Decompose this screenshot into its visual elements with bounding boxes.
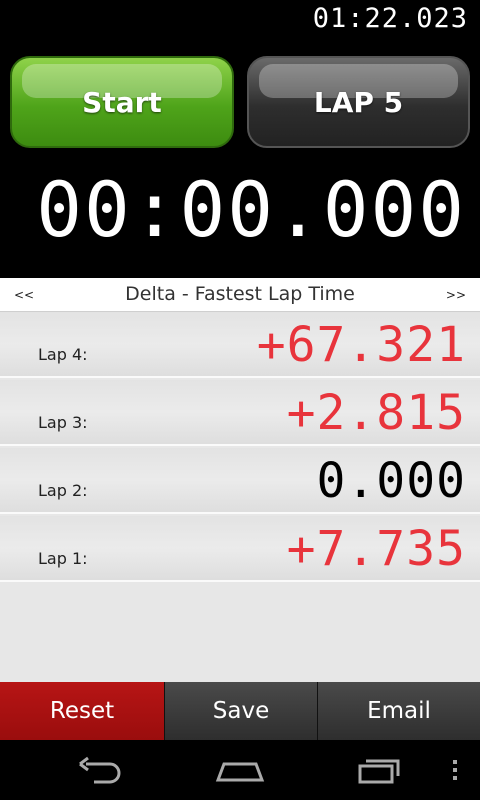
lap-row[interactable]: Lap 3: +2.815 — [0, 380, 480, 446]
lap-row[interactable]: Lap 2: 0.000 — [0, 448, 480, 514]
stopwatch-display: 00:00.000 — [36, 165, 466, 254]
home-icon[interactable] — [214, 754, 266, 786]
reset-button[interactable]: Reset — [0, 682, 164, 740]
lap-row[interactable]: Lap 1: +7.735 — [0, 516, 480, 582]
total-time: 01:22.023 — [312, 3, 468, 34]
action-bar: Reset Save Email — [0, 682, 480, 740]
lap-button-label: LAP 5 — [313, 85, 404, 119]
lap-label: Lap 3: — [38, 413, 88, 432]
recent-apps-icon[interactable] — [356, 754, 404, 786]
lap-list[interactable]: Lap 4: +67.321 Lap 3: +2.815 Lap 2: 0.00… — [0, 312, 480, 584]
overflow-menu-icon[interactable] — [448, 754, 462, 786]
lap-button[interactable]: LAP 5 — [247, 56, 470, 148]
lap-label: Lap 4: — [38, 345, 88, 364]
lap-row[interactable]: Lap 4: +67.321 — [0, 312, 480, 378]
lap-view-title: Delta - Fastest Lap Time — [125, 283, 355, 305]
email-button[interactable]: Email — [317, 682, 480, 740]
system-navigation-bar — [0, 740, 480, 800]
lap-delta: +67.321 — [256, 317, 466, 373]
lap-delta: 0.000 — [316, 453, 466, 509]
lap-label: Lap 1: — [38, 549, 88, 568]
start-button-label: Start — [82, 85, 162, 119]
back-icon[interactable] — [76, 754, 124, 786]
save-button[interactable]: Save — [164, 682, 317, 740]
timer-header: 01:22.023 Start LAP 5 00:00.000 — [0, 0, 480, 278]
lap-label: Lap 2: — [38, 481, 88, 500]
lap-view-selector: << Delta - Fastest Lap Time >> — [0, 278, 480, 312]
lap-delta: +7.735 — [286, 521, 466, 577]
lap-delta: +2.815 — [286, 385, 466, 441]
start-button[interactable]: Start — [10, 56, 234, 148]
laps-panel: << Delta - Fastest Lap Time >> Lap 4: +6… — [0, 278, 480, 682]
next-view-button[interactable]: >> — [446, 278, 466, 312]
